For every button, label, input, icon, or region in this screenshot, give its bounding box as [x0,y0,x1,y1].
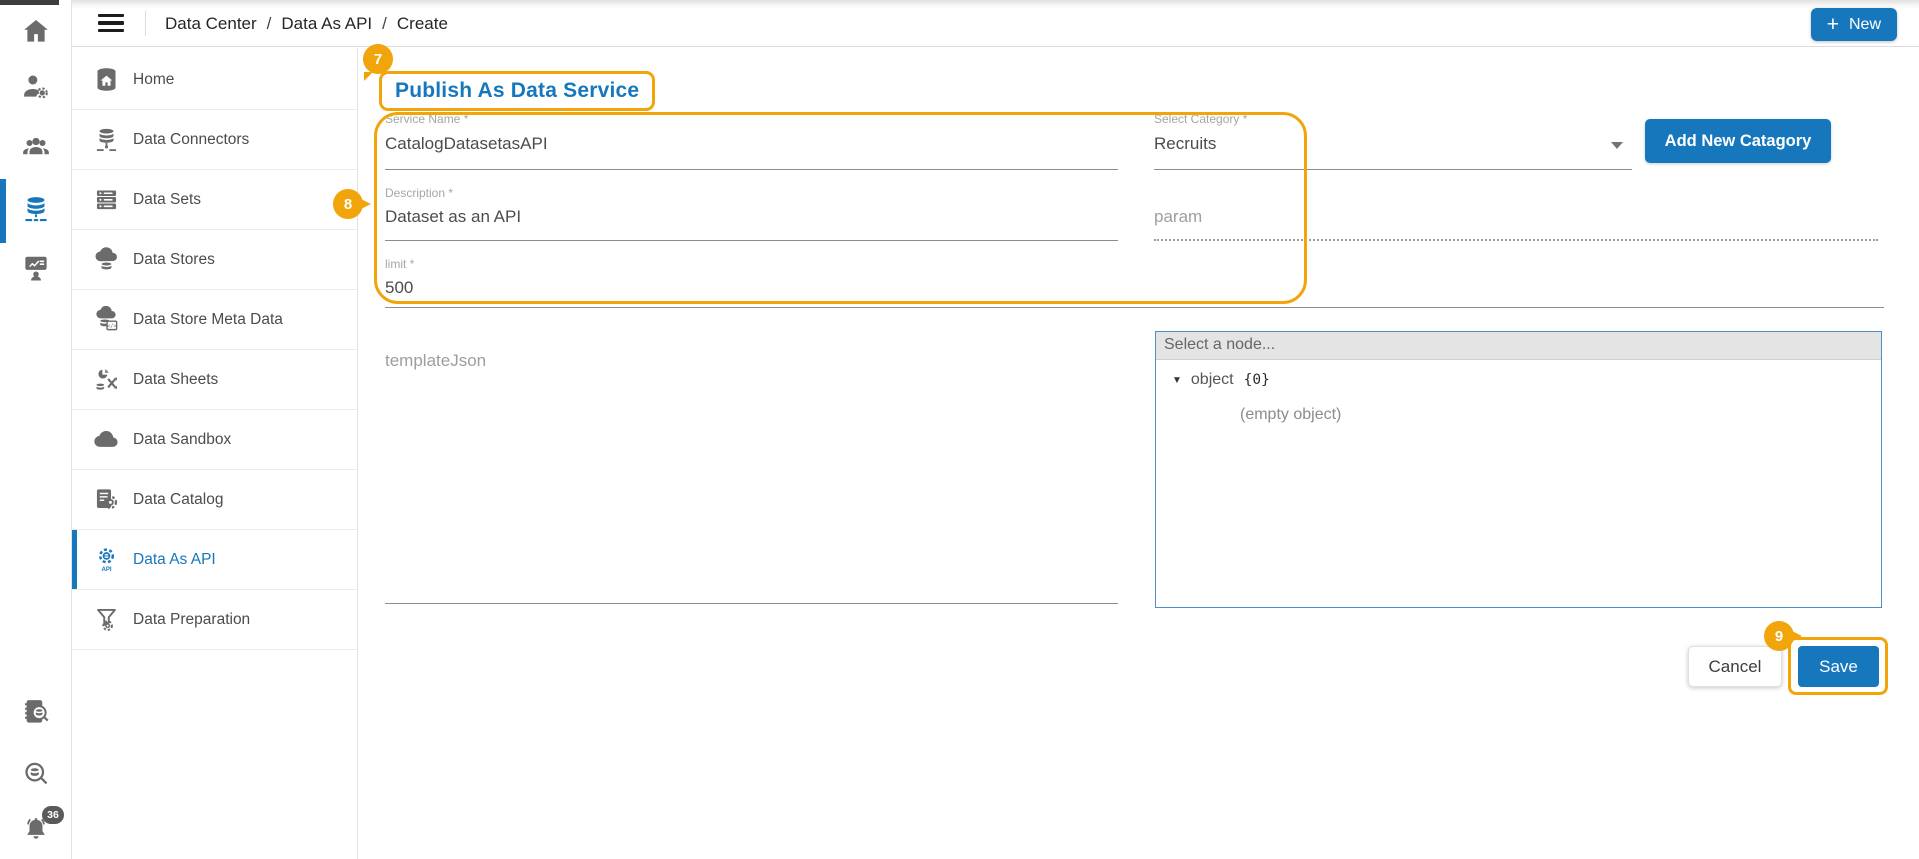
rail-item-user-groups[interactable] [0,125,71,173]
limit-underline [385,307,1884,308]
description-label: Description * [385,186,453,200]
plus-icon: + [1827,14,1839,35]
users-icon [21,132,51,167]
database-connector-icon [93,126,120,153]
icon-rail: 36 [0,0,72,859]
sidebar-nav: Home Data Connectors Data Sets Data Stores <… [72,48,358,859]
page-title-box: Publish As Data Service [379,71,655,111]
rail-top-strip [0,0,59,5]
sidebar-item-data-catalog[interactable]: Data Catalog [72,470,357,530]
rail-item-home[interactable] [0,9,71,57]
triangle-down-icon[interactable]: ▼ [1172,375,1182,386]
sidebar-item-data-store-meta-data[interactable]: </> Data Store Meta Data [72,290,357,350]
sidebar-item-data-connectors[interactable]: Data Connectors [72,110,357,170]
limit-label: limit * [385,257,414,271]
param-underline [1154,239,1878,241]
sidebar-item-data-stores[interactable]: Data Stores [72,230,357,290]
cloud-icon [93,426,120,453]
sidebar-item-data-sandbox[interactable]: Data Sandbox [72,410,357,470]
breadcrumb-separator: / [382,14,387,34]
service-name-label: Service Name * [385,112,468,126]
server-stack-icon [93,186,120,213]
select-category-dropdown[interactable]: Recruits [1154,134,1216,154]
chevron-down-icon[interactable] [1611,142,1623,149]
top-bar: Data Center / Data As API / Create + New [72,0,1919,47]
param-input[interactable]: param [1154,207,1202,227]
annotation-badge-7: 7 [363,44,393,74]
rail-item-data-search[interactable] [0,752,71,800]
topbar-divider [145,11,146,36]
database-code-icon: </> [93,306,120,333]
api-gear-icon: API [93,546,120,573]
limit-input[interactable]: 500 [385,278,413,298]
breadcrumb: Data Center / Data As API / Create [165,0,448,47]
json-viewer-header: Select a node... [1156,332,1881,360]
sidebar-item-data-as-api[interactable]: API Data As API [72,530,357,590]
sidebar-item-data-sets[interactable]: Data Sets [72,170,357,230]
sidebar-item-label: Data Sandbox [133,431,231,449]
breadcrumb-item[interactable]: Data As API [281,14,372,34]
sidebar-item-label: Data Stores [133,251,215,269]
sidebar-item-label: Data Preparation [133,611,250,629]
rail-item-data-log-search[interactable] [0,690,71,738]
hamburger-menu-icon[interactable] [98,14,124,36]
database-network-icon [21,194,51,229]
add-new-category-button[interactable]: Add New Catagory [1645,119,1831,163]
service-name-input[interactable]: CatalogDatasetasAPI [385,134,548,154]
search-database-icon [21,759,51,794]
sidebar-item-home[interactable]: Home [72,50,357,110]
notebook-search-icon [21,697,51,732]
description-input[interactable]: Dataset as an API [385,207,521,227]
description-underline [385,240,1118,241]
sidebar-item-label: Data Store Meta Data [133,311,283,329]
home-icon [21,16,51,51]
sidebar-item-label: Data As API [133,551,216,569]
json-node-label[interactable]: object [1191,371,1234,389]
database-shuffle-icon [93,366,120,393]
new-button-label: New [1849,16,1881,34]
database-home-icon [93,66,120,93]
rail-item-user-settings[interactable] [0,64,71,112]
user-gear-icon [21,71,51,106]
cloud-database-icon [93,246,120,273]
select-category-label: Select Category * [1154,112,1247,126]
breadcrumb-item[interactable]: Create [397,14,448,34]
rail-item-training-board[interactable] [0,246,71,294]
rail-item-data-center[interactable] [0,187,71,235]
rail-item-notifications[interactable]: 36 [0,807,71,855]
funnel-gear-icon [93,606,120,633]
json-node-row: ▼ object {0} [1172,371,1881,389]
service-name-underline [385,169,1118,170]
annotation-badge-8: 8 [333,189,363,219]
sidebar-item-data-sheets[interactable]: Data Sheets [72,350,357,410]
json-empty-text: (empty object) [1240,406,1881,424]
annotation-badge-9: 9 [1764,621,1794,651]
catalog-gear-icon [93,486,120,513]
json-viewer-panel: Select a node... ▼ object {0} (empty obj… [1155,331,1882,608]
presentation-user-icon [21,253,51,288]
sidebar-item-label: Data Sets [133,191,201,209]
breadcrumb-item[interactable]: Data Center [165,14,257,34]
select-category-underline [1154,169,1632,170]
sidebar-item-label: Data Catalog [133,491,223,509]
notification-count-badge: 36 [42,806,64,824]
sidebar-item-label: Home [133,71,174,89]
sidebar-item-data-preparation[interactable]: Data Preparation [72,590,357,650]
new-button[interactable]: + New [1811,8,1897,41]
breadcrumb-separator: / [267,14,272,34]
json-node-count: {0} [1244,372,1270,388]
save-button[interactable]: Save [1798,646,1879,687]
sidebar-item-label: Data Sheets [133,371,218,389]
template-json-input[interactable]: templateJson [385,351,486,371]
cancel-button[interactable]: Cancel [1688,646,1782,687]
sidebar-item-label: Data Connectors [133,131,249,149]
page-title: Publish As Data Service [395,79,639,103]
svg-text:API: API [101,567,111,573]
svg-text:</>: </> [107,323,116,329]
template-json-underline [385,603,1118,604]
